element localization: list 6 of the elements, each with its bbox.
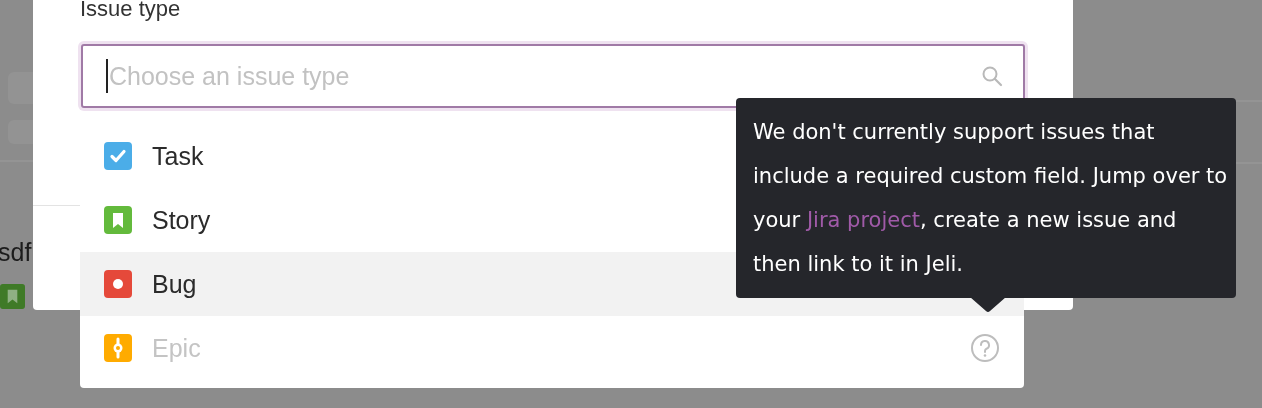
search-icon — [981, 65, 1003, 87]
bookmark-icon — [0, 284, 25, 309]
bookmark-icon — [104, 206, 132, 234]
search-field[interactable]: Choose an issue type — [81, 44, 1025, 108]
checkmark-icon — [104, 142, 132, 170]
field-label: Issue type — [80, 0, 181, 22]
